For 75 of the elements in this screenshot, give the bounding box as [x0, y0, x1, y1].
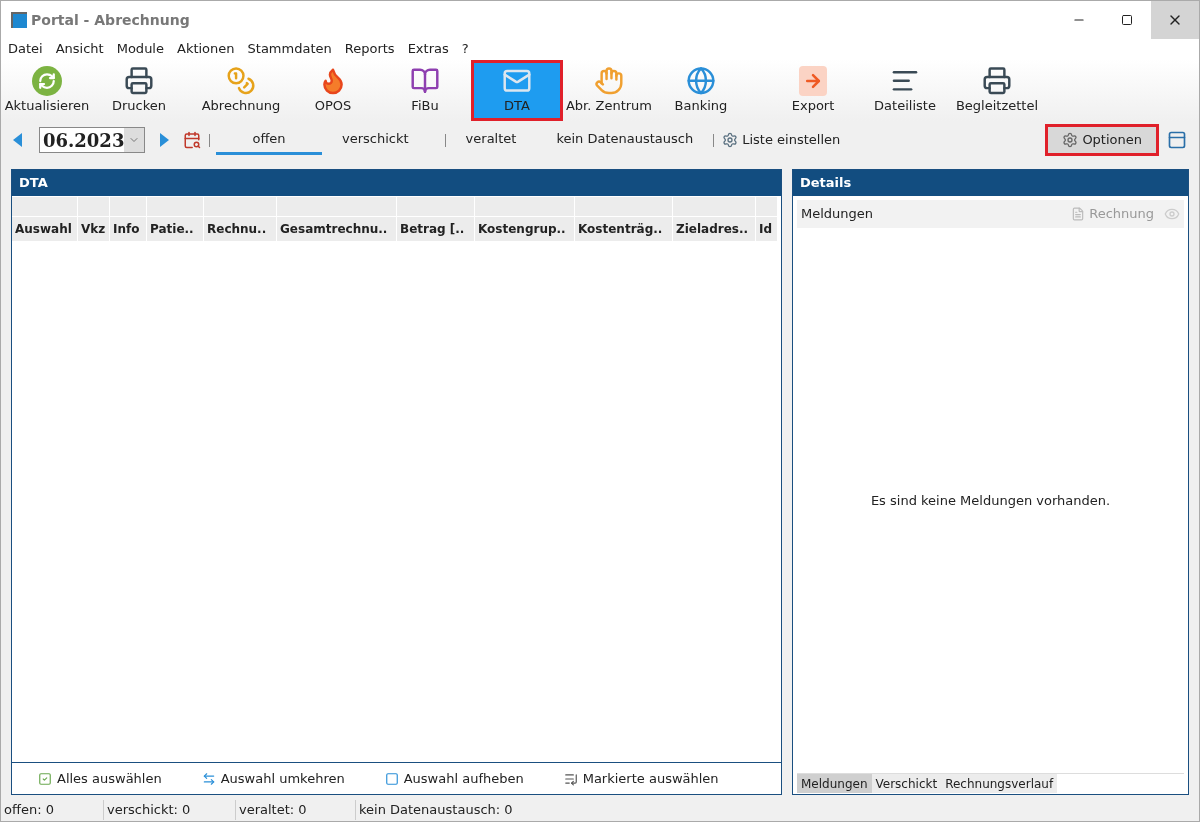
panel-header: DTA: [12, 170, 781, 196]
list-settings-link[interactable]: Liste einstellen: [742, 130, 841, 150]
window-title: Portal - Abrechnung: [31, 10, 190, 30]
filter-tab[interactable]: kein Datenaustausch: [536, 125, 714, 155]
toolbar-button[interactable]: Banking: [655, 60, 747, 121]
toolbar-button[interactable]: Abr. Zentrum: [563, 60, 655, 121]
hand-icon: [594, 66, 624, 96]
list-arrow-icon: [563, 771, 578, 786]
toolbar-button[interactable]: Dateiliste: [859, 60, 951, 121]
printer-icon: [982, 66, 1012, 96]
calendar-search-icon[interactable]: [183, 131, 201, 149]
empty-message: Es sind keine Meldungen vorhanden.: [870, 491, 1111, 510]
menu-item[interactable]: Aktionen: [177, 39, 235, 59]
column-header[interactable]: Betrag [..: [397, 197, 475, 241]
coins-icon: [226, 66, 256, 96]
app-icon: [11, 12, 27, 28]
status-text: veraltet: 0: [235, 800, 355, 820]
panel-toggle-icon[interactable]: [1167, 130, 1187, 150]
toolbar-button[interactable]: Aktualisieren: [1, 60, 93, 121]
document-icon: [1071, 207, 1086, 221]
settings-icon: [722, 132, 739, 148]
period-dropdown[interactable]: 06.2023: [39, 127, 145, 153]
menu-item[interactable]: Datei: [8, 39, 43, 59]
messages-heading: Meldungen: [801, 205, 874, 224]
menu-item[interactable]: Reports: [344, 39, 395, 59]
column-header[interactable]: Rechnu..: [204, 197, 277, 241]
swap-arrows-icon: [201, 771, 216, 786]
column-header[interactable]: Zieladres..: [673, 197, 756, 241]
column-header[interactable]: Info: [110, 197, 147, 241]
toolbar-button[interactable]: Begleitzettel: [951, 60, 1043, 121]
toolbar-button[interactable]: DTA: [471, 60, 563, 121]
status-text: offen: 0: [3, 801, 55, 820]
selection-action-button[interactable]: Markierte auswählen: [563, 768, 719, 789]
toolbar-button[interactable]: Drucken: [93, 60, 185, 121]
previous-arrow-button[interactable]: [13, 133, 23, 147]
details-tab[interactable]: Verschickt: [871, 774, 942, 793]
toolbar-button[interactable]: FiBu: [379, 60, 471, 121]
filter-tab[interactable]: verschickt: [322, 125, 429, 155]
menu-item[interactable]: Ansicht: [55, 39, 104, 59]
column-header[interactable]: Kostenträg..: [575, 197, 673, 241]
details-tab[interactable]: Meldungen: [797, 774, 872, 793]
printer-icon: [124, 66, 154, 96]
menu-item[interactable]: Extras: [407, 39, 449, 59]
toolbar-button[interactable]: OPOS: [287, 60, 379, 121]
toolbar-button[interactable]: Abrechnung: [195, 60, 287, 121]
selection-action-button[interactable]: Auswahl umkehren: [201, 768, 345, 789]
toolbar-button[interactable]: Export: [767, 60, 859, 121]
settings-icon: [1062, 132, 1079, 148]
export-icon: [799, 66, 827, 96]
column-header[interactable]: Vkz: [78, 197, 110, 241]
maximize-icon: [1121, 14, 1133, 26]
filter-tab[interactable]: offen: [216, 125, 322, 155]
panel-header: Details: [793, 170, 1188, 196]
close-button[interactable]: [1151, 1, 1199, 39]
globe-icon: [686, 66, 716, 96]
column-header[interactable]: Id: [756, 197, 778, 241]
checkbox-icon: [38, 771, 52, 786]
selection-action-button[interactable]: Alles auswählen: [38, 768, 162, 789]
status-text: kein Datenaustausch: 0: [355, 800, 516, 820]
menu-item[interactable]: ?: [461, 39, 469, 59]
next-arrow-button[interactable]: [159, 133, 169, 147]
selection-action-button[interactable]: Auswahl aufheben: [384, 768, 524, 789]
books-icon: [410, 66, 440, 96]
column-header[interactable]: Gesamtrechnu..: [277, 197, 397, 241]
column-header[interactable]: Kostengrup..: [475, 197, 575, 241]
status-text: verschickt: 0: [103, 800, 235, 820]
details-tab[interactable]: Rechnungsverlauf: [941, 774, 1058, 793]
filter-tab[interactable]: veraltet: [445, 125, 537, 155]
menu-item[interactable]: Module: [116, 39, 164, 59]
options-button[interactable]: Optionen: [1045, 124, 1159, 156]
empty-checkbox-icon: [384, 771, 399, 786]
column-header[interactable]: Auswahl: [12, 197, 78, 241]
menu-item[interactable]: Stammdaten: [247, 39, 332, 59]
column-header[interactable]: Patie..: [147, 197, 204, 241]
refresh-icon: [32, 66, 62, 96]
